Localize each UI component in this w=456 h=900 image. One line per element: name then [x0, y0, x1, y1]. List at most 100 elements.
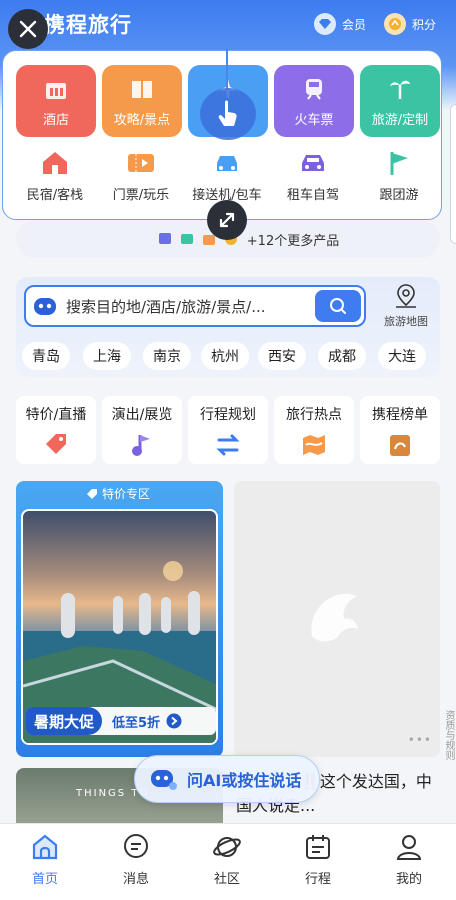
promo-tag-label: 特价专区: [102, 487, 151, 501]
message-icon: [124, 834, 148, 858]
tag-icon: [46, 434, 66, 454]
search-input[interactable]: 搜索目的地/酒店/旅游/景点/...: [24, 285, 366, 327]
promo-image: 暑期大促 低至5折: [21, 509, 218, 745]
ship-icon: [180, 234, 193, 244]
tab-trips[interactable]: 行程: [278, 832, 358, 887]
tab-label: 我的: [395, 872, 422, 887]
promo-title: 暑期大促: [26, 707, 103, 735]
tab-label: 消息: [122, 872, 149, 887]
city-chip[interactable]: 南京: [143, 342, 191, 370]
car-icon: [212, 148, 242, 178]
tile-label: 特价/直播: [25, 407, 87, 423]
ai-bot-icon: [151, 770, 177, 790]
item-car-rental[interactable]: 租车自驾: [268, 148, 358, 203]
side-tab[interactable]: [450, 104, 456, 244]
ai-assistant-button[interactable]: 问AI或按住说话: [134, 755, 320, 803]
bus-icon: [158, 233, 171, 244]
flag-icon: [384, 148, 414, 178]
tile-label: 旅行热点: [286, 407, 342, 423]
map-fold-icon: [303, 435, 325, 455]
tab-label: 行程: [304, 872, 331, 887]
member-button[interactable]: 会员: [314, 13, 366, 35]
book-icon: [132, 81, 152, 98]
item-label: 民宿/客栈: [26, 188, 84, 203]
city-chip[interactable]: 西安: [258, 342, 306, 370]
item-homestay[interactable]: 民宿/客栈: [10, 148, 100, 203]
tab-home[interactable]: 首页: [5, 832, 85, 887]
promo-discount: 低至5折: [112, 712, 182, 731]
price-tag-icon: [87, 488, 97, 499]
close-icon: [19, 20, 37, 38]
tab-label: 首页: [31, 872, 58, 887]
house-icon: [40, 148, 70, 178]
train-icon: [306, 79, 322, 100]
tile-label: 攻略/景点: [113, 113, 171, 128]
promo-card[interactable]: 特价专区 暑期大促 低至5折: [16, 481, 223, 757]
tile-rankings[interactable]: 携程榜单: [360, 396, 440, 464]
tab-profile[interactable]: 我的: [369, 832, 449, 887]
swap-arrows-icon: [216, 434, 240, 456]
close-button[interactable]: [8, 9, 48, 49]
planet-icon: [213, 837, 241, 857]
hand-pointer-icon: [218, 100, 237, 126]
map-pin-icon: [396, 284, 416, 308]
promo-tag: 特价专区: [86, 485, 150, 502]
tile-label: 携程榜单: [372, 407, 428, 423]
search-button[interactable]: [315, 290, 361, 322]
item-label: 租车自驾: [286, 188, 339, 203]
item-tickets[interactable]: 门票/玩乐: [96, 148, 186, 203]
promo-banner[interactable]: 暑期大促 低至5折: [26, 707, 216, 735]
hotel-icon: [46, 83, 66, 99]
ranking-icon: [390, 435, 410, 456]
city-chip[interactable]: 大连: [378, 342, 426, 370]
tile-label: 行程规划: [200, 407, 256, 423]
music-note-icon: [132, 435, 150, 456]
tile-hotel[interactable]: 酒店: [16, 65, 96, 137]
tab-community[interactable]: 社区: [187, 832, 267, 887]
tile-trip-planning[interactable]: 行程规划: [188, 396, 268, 464]
coin-icon: [384, 13, 406, 35]
app-logo: 携程旅行: [44, 13, 132, 37]
travel-map-button[interactable]: 旅游地图: [378, 283, 434, 335]
tile-label: 旅游/定制: [371, 113, 429, 128]
arrow-right-icon: [166, 713, 182, 729]
dolphin-logo-icon: [311, 593, 358, 642]
more-products-label: +12个更多产品: [246, 233, 340, 249]
side-qualification-link[interactable]: 资质与规则: [442, 710, 454, 760]
tab-messages[interactable]: 消息: [96, 832, 176, 887]
tile-label: 酒店: [42, 113, 69, 128]
tile-travel[interactable]: 旅游/定制: [360, 65, 440, 137]
points-button[interactable]: 积分: [384, 13, 436, 35]
user-icon: [396, 835, 422, 860]
city-chip[interactable]: 杭州: [201, 342, 249, 370]
search-icon: [330, 298, 346, 314]
guide-line: [226, 48, 228, 90]
ai-assistant-label: 问AI或按住说话: [187, 771, 302, 790]
expand-icon: [219, 212, 235, 228]
resize-handle[interactable]: [207, 200, 247, 240]
points-label: 积分: [412, 17, 437, 32]
calendar-icon: [306, 835, 330, 859]
promo-discount-label: 低至5折: [112, 715, 161, 731]
search-card: 搜索目的地/酒店/旅游/景点/... 旅游地图 青岛 上海 南京 杭州 西安 成…: [16, 277, 440, 377]
city-chip[interactable]: 青岛: [22, 342, 70, 370]
palm-tree-icon: [390, 80, 410, 99]
tile-shows[interactable]: 演出/展览: [102, 396, 182, 464]
diamond-icon: [314, 13, 336, 35]
tile-train[interactable]: 火车票: [274, 65, 354, 137]
tile-guide[interactable]: 攻略/景点: [102, 65, 182, 137]
ticket-icon: [126, 148, 156, 178]
item-group-tour[interactable]: 跟团游: [354, 148, 444, 203]
city-chip[interactable]: 成都: [318, 342, 366, 370]
tab-label: 社区: [213, 872, 240, 887]
city-chip[interactable]: 上海: [83, 342, 131, 370]
tile-label: 演出/展览: [111, 407, 173, 423]
car-rental-icon: [298, 148, 328, 178]
item-transfer[interactable]: 接送机/包车: [182, 148, 272, 203]
tile-label: 火车票: [294, 113, 334, 128]
more-dots: •••: [407, 733, 432, 747]
home-icon: [32, 834, 58, 860]
touch-pointer[interactable]: [200, 88, 256, 140]
tile-hot-topics[interactable]: 旅行热点: [274, 396, 354, 464]
tile-deals-live[interactable]: 特价/直播: [16, 396, 96, 464]
